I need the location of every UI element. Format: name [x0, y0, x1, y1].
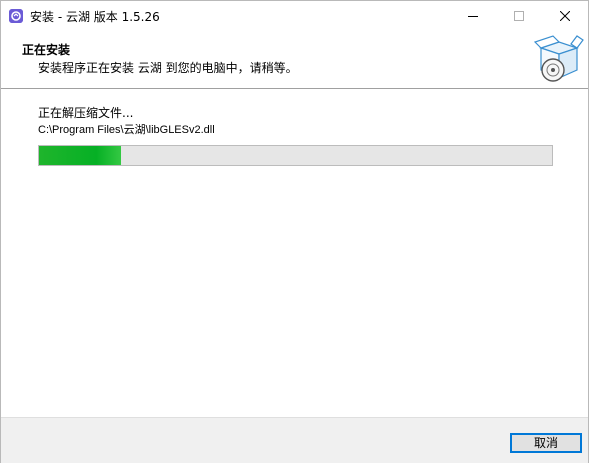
page-title: 正在安装 — [22, 43, 71, 57]
wizard-header: 正在安装 安装程序正在安装 云湖 到您的电脑中，请稍等。 — [1, 32, 588, 89]
button-bar: 取消 — [1, 417, 588, 463]
close-icon — [560, 11, 570, 21]
minimize-icon — [468, 16, 478, 17]
current-file-path: C:\Program Files\云湖\libGLESv2.dll — [38, 124, 215, 136]
install-box-icon — [533, 34, 585, 86]
title-bar[interactable]: 安装 - 云湖 版本 1.5.26 — [1, 1, 588, 32]
progress-fill — [39, 146, 122, 165]
maximize-button[interactable] — [496, 1, 542, 32]
install-status-text: 正在解压缩文件... — [38, 106, 134, 120]
close-button[interactable] — [542, 1, 588, 32]
header-divider — [1, 88, 588, 89]
cancel-button[interactable]: 取消 — [510, 433, 582, 453]
window-title: 安装 - 云湖 版本 1.5.26 — [30, 10, 160, 24]
minimize-button[interactable] — [450, 1, 496, 32]
app-logo-icon — [9, 9, 23, 23]
installer-window: 安装 - 云湖 版本 1.5.26 正在安装 安装程序正在安装 云湖 到您的电脑… — [0, 0, 589, 463]
install-progress-bar — [38, 145, 553, 166]
page-subtitle: 安装程序正在安装 云湖 到您的电脑中，请稍等。 — [38, 61, 298, 75]
maximize-icon — [514, 11, 524, 21]
